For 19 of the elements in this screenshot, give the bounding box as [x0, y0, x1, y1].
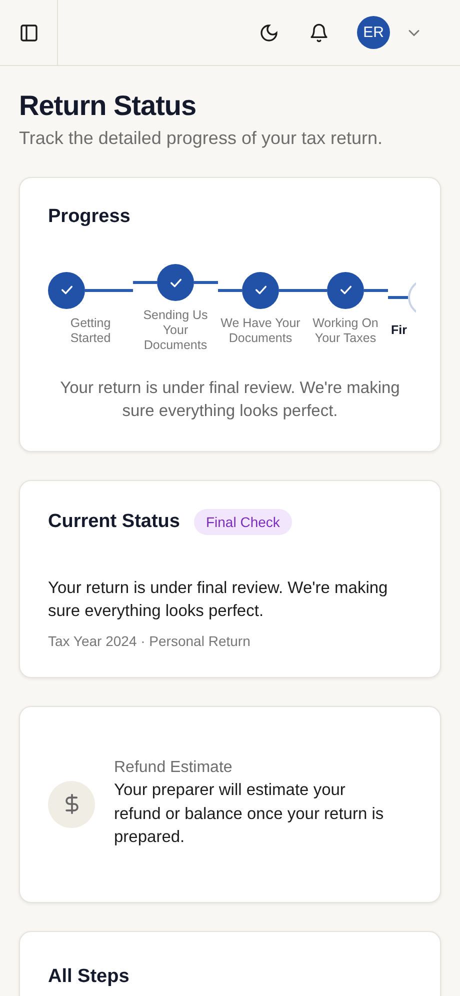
card-title: Progress	[48, 206, 132, 228]
step-label: Working On Your Taxes	[312, 316, 380, 346]
user-avatar[interactable]: ER	[357, 16, 390, 49]
card-title: All Steps	[48, 966, 130, 988]
refund-message: Your preparer will estimate your refund or balance once your return is prepared.	[114, 780, 385, 848]
return-meta: Tax Year 2024 · Personal Return	[48, 633, 252, 649]
step-label: Sending Us Your Documents	[142, 308, 209, 353]
card-title: Current Status	[48, 511, 180, 533]
refund-label: Refund Estimate	[114, 759, 234, 777]
progress-message: Your return is under final review. We're making sure everything looks perfect.	[59, 378, 401, 422]
page-title: Return Status	[19, 90, 198, 122]
status-message: Your return is under final review. We're making sure everything looks perfect.	[48, 578, 389, 622]
step-label: Getting Started	[69, 316, 112, 346]
connector-line	[388, 296, 408, 299]
step-label: Fir	[390, 323, 407, 338]
page-subtitle: Track the detailed progress of your tax return.	[19, 128, 384, 149]
step-label: We Have Your Documents	[220, 316, 302, 346]
dollar-icon	[48, 780, 95, 828]
status-badge: Final Check	[194, 509, 292, 535]
